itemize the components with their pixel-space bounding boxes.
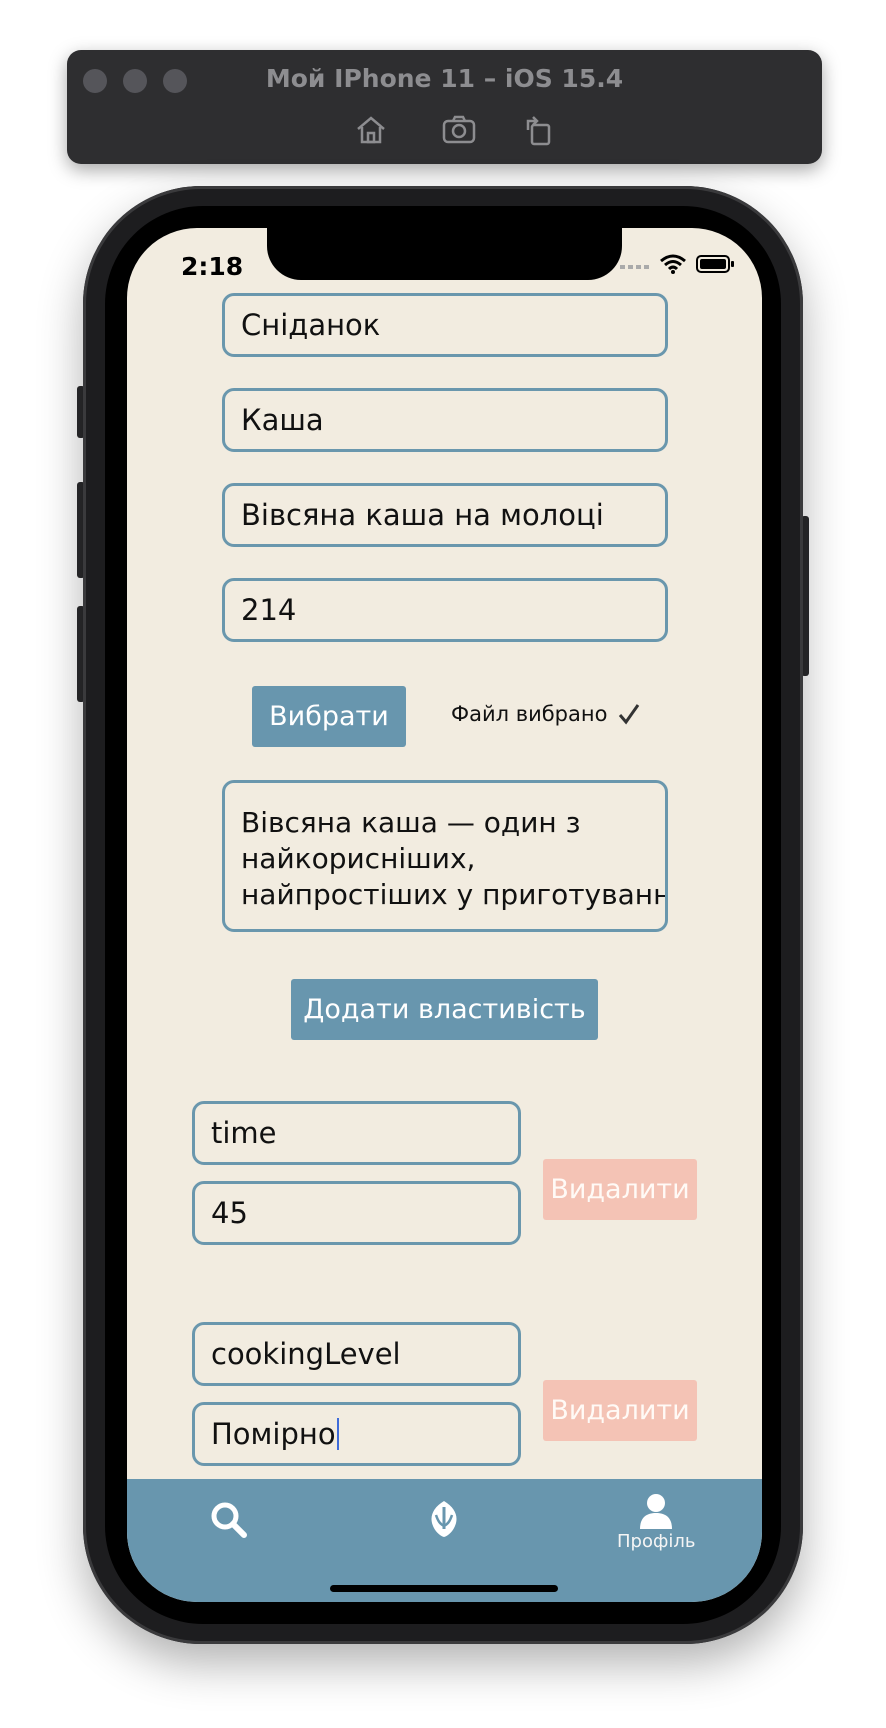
dish-name-value: Каша (241, 403, 324, 437)
tab-profile[interactable]: Профіль (617, 1493, 695, 1552)
wifi-icon (660, 254, 686, 274)
tab-search[interactable] (210, 1501, 248, 1539)
app-screen: 2:18 Сніданок Каша Вівсяна каша на молоц… (127, 228, 762, 1602)
subtitle-value: Вівсяна каша на молоці (241, 498, 604, 532)
property-value-value: Помірно (211, 1417, 336, 1451)
search-icon (211, 1502, 247, 1538)
status-time: 2:18 (181, 252, 244, 281)
tab-recipes[interactable] (424, 1499, 464, 1539)
simulator-title: Мой IPhone 11 – iOS 15.4 (265, 64, 624, 93)
simulator-title-bar: Мой IPhone 11 – iOS 15.4 (67, 50, 822, 164)
file-status: Файл вибрано (451, 702, 641, 726)
calories-value: 214 (241, 593, 297, 627)
battery-icon (696, 255, 734, 273)
home-indicator (330, 1585, 558, 1592)
category-input[interactable]: Сніданок (222, 293, 668, 357)
text-cursor (336, 1418, 339, 1450)
calories-input[interactable]: 214 (222, 578, 668, 642)
screenshot-icon[interactable] (441, 112, 477, 148)
add-property-button[interactable]: Додати властивість (291, 979, 598, 1040)
notch (267, 228, 622, 280)
subtitle-input[interactable]: Вівсяна каша на молоці (222, 483, 668, 547)
rebel-alliance-icon (431, 1501, 457, 1537)
description-line-2: найкорисніших, (241, 842, 476, 875)
home-icon[interactable] (353, 112, 389, 148)
property-key-value: cookingLevel (211, 1337, 401, 1371)
status-icons (620, 254, 734, 274)
signal-icon (620, 265, 649, 269)
delete-property-button[interactable]: Видалити (543, 1159, 697, 1220)
user-icon (640, 1494, 673, 1529)
choose-file-button[interactable]: Вибрати (252, 686, 406, 747)
description-textarea[interactable]: Вівсяна каша — один з найкорисніших, най… (222, 780, 668, 932)
checkmark-icon (619, 704, 640, 725)
delete-property-button[interactable]: Видалити (543, 1380, 697, 1441)
rotate-icon[interactable] (521, 112, 557, 148)
category-value: Сніданок (241, 308, 381, 342)
tab-bar: Профіль (127, 1479, 762, 1602)
property-key-input[interactable]: time (192, 1101, 521, 1165)
property-value-value: 45 (211, 1196, 248, 1230)
property-key-input[interactable]: cookingLevel (192, 1322, 521, 1386)
description-line-3: найпростіших у приготуванні, (241, 878, 668, 911)
property-value-input[interactable]: Помірно (192, 1402, 521, 1466)
dish-name-input[interactable]: Каша (222, 388, 668, 452)
description-line-1: Вівсяна каша — один з (241, 806, 581, 839)
tab-profile-label: Профіль (617, 1531, 696, 1552)
property-value-input[interactable]: 45 (192, 1181, 521, 1245)
property-key-value: time (211, 1116, 277, 1150)
file-status-label: Файл вибрано (451, 702, 608, 726)
